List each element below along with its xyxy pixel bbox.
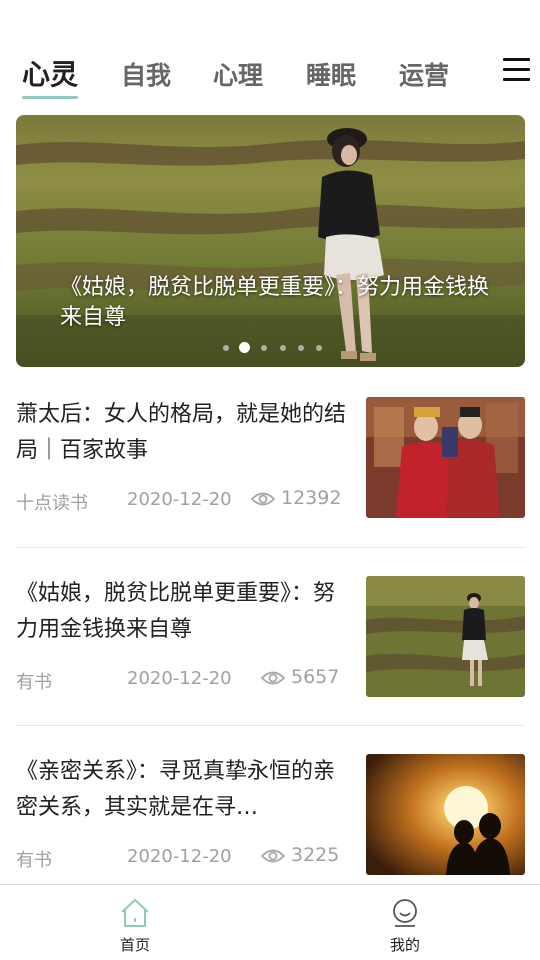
carousel-dot[interactable]	[280, 345, 286, 351]
article-source: 十点读书	[16, 493, 88, 514]
article-views: 12392	[281, 487, 342, 509]
article-card[interactable]: 《姑娘，脱贫比脱单更重要》：努力用金钱换来自尊 有书 2020-12-20 56…	[16, 576, 525, 698]
article-thumbnail	[366, 754, 525, 875]
nav-profile-label: 我的	[389, 936, 420, 954]
article-date: 2020-12-20	[127, 846, 232, 867]
carousel-dot[interactable]	[261, 345, 267, 351]
article-source: 有书	[16, 850, 52, 871]
article-card[interactable]: 《亲密关系》：寻觅真挚永恒的亲密关系，其实就是在寻… 有书 2020-12-20…	[16, 754, 525, 876]
eye-icon	[261, 671, 285, 685]
category-tab-bar: 心灵 自我 心理 睡眠 运营	[0, 48, 540, 104]
active-tab-indicator	[22, 96, 78, 99]
banner-caption: 《姑娘，脱贫比脱单更重要》：努力用金钱换来自尊	[60, 275, 490, 330]
article-source: 有书	[16, 672, 52, 693]
article-thumbnail	[366, 576, 525, 697]
tab-xinli[interactable]: 心理	[213, 56, 263, 92]
nav-profile[interactable]: 我的	[355, 885, 455, 960]
nav-home-label: 首页	[119, 936, 150, 954]
article-card[interactable]: 萧太后：女人的格局，就是她的结局｜百家故事 十点读书 2020-12-20 12…	[16, 397, 525, 519]
carousel-dot[interactable]	[316, 345, 322, 351]
article-date: 2020-12-20	[127, 668, 232, 689]
carousel-dot[interactable]	[223, 345, 229, 351]
tab-ziwo[interactable]: 自我	[121, 56, 171, 92]
article-title: 《姑娘，脱贫比脱单更重要》：努力用金钱换来自尊	[16, 581, 336, 642]
profile-icon	[393, 899, 417, 927]
article-thumbnail	[366, 397, 525, 518]
bottom-navigation: 首页 我的	[0, 884, 540, 960]
article-date: 2020-12-20	[127, 489, 232, 510]
carousel-dot-active[interactable]	[239, 342, 250, 353]
article-views: 5657	[291, 666, 340, 688]
article-title: 萧太后：女人的格局，就是她的结局｜百家故事	[16, 402, 346, 463]
divider	[16, 725, 525, 726]
nav-home[interactable]: 首页	[85, 885, 185, 960]
banner-carousel[interactable]: 《姑娘，脱贫比脱单更重要》：努力用金钱换来自尊	[16, 115, 525, 367]
tab-shuimian[interactable]: 睡眠	[306, 56, 356, 92]
home-icon	[121, 899, 149, 927]
hamburger-menu-icon[interactable]	[503, 58, 530, 82]
tab-yunying[interactable]: 运营	[399, 56, 449, 92]
tab-xinling[interactable]: 心灵	[22, 53, 78, 93]
divider	[16, 547, 525, 548]
carousel-dot[interactable]	[298, 345, 304, 351]
eye-icon	[251, 492, 275, 506]
article-views: 3225	[291, 844, 340, 866]
carousel-indicator	[16, 341, 525, 353]
article-title: 《亲密关系》：寻觅真挚永恒的亲密关系，其实就是在寻…	[16, 759, 336, 820]
eye-icon	[261, 849, 285, 863]
